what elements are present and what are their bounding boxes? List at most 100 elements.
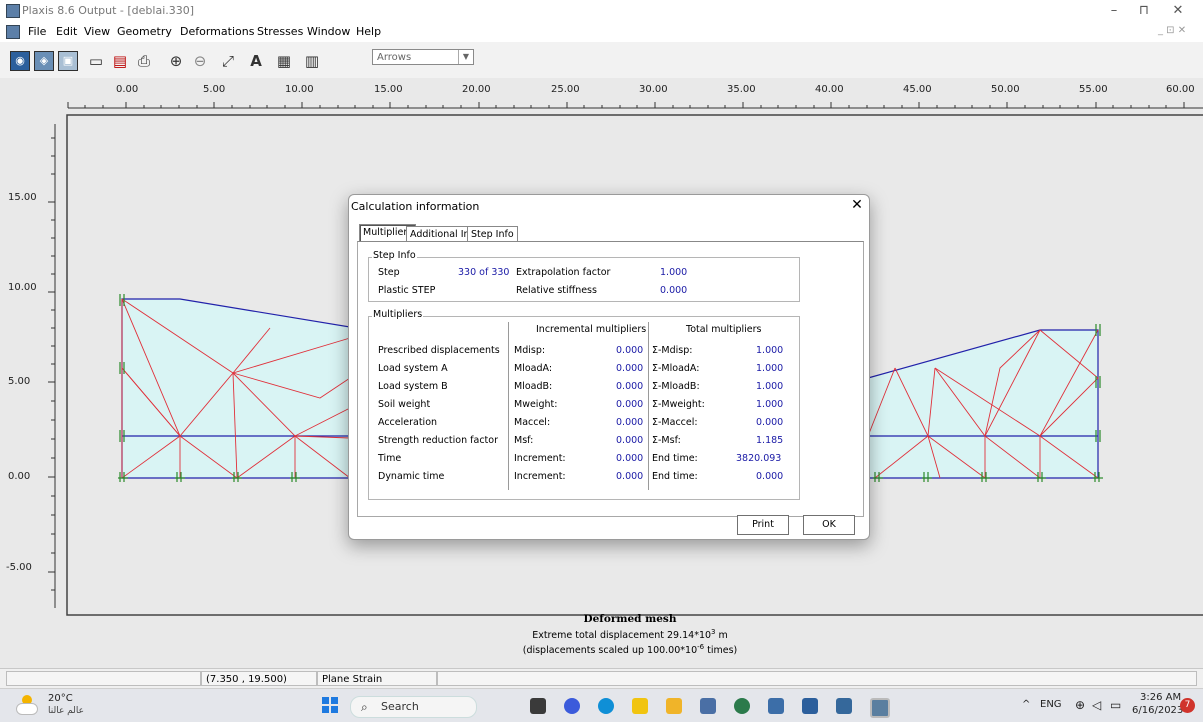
chevron-down-icon[interactable]: ▼ <box>458 50 473 64</box>
row-inc-key: MloadA: <box>514 363 553 374</box>
toolbar: ◉ ◈ ▣ ▭ ▤ ⎙ ⊕ ⊖ ⤢ A ▦ ▥ <box>0 42 1203 79</box>
row-tot-val: 1.000 <box>756 345 784 356</box>
row-inc-val: 0.000 <box>616 453 644 464</box>
edge-icon[interactable] <box>598 698 614 714</box>
table-row: Strength reduction factor Msf: 0.000 Σ-M… <box>378 435 788 453</box>
caption-displacement: Extreme total displacement 29.14*103 m <box>470 628 790 641</box>
start-icon[interactable] <box>322 697 338 713</box>
row-tot-val: 1.000 <box>756 399 784 410</box>
menu-deformations[interactable]: Deformations <box>180 25 254 38</box>
maximize-button[interactable]: ⊓ <box>1130 2 1158 20</box>
print-preview-icon[interactable]: ▤ <box>110 51 130 71</box>
menu-help[interactable]: Help <box>356 25 381 38</box>
notification-badge[interactable]: 7 <box>1180 698 1195 713</box>
row-inc-key: Increment: <box>514 453 566 464</box>
step-label: Step <box>378 267 400 278</box>
clipboard-icon[interactable]: ▥ <box>302 51 322 71</box>
plaxis-input-icon[interactable] <box>768 698 784 714</box>
output-icon[interactable]: ◈ <box>34 51 54 71</box>
row-tot-key: Σ-Mdisp: <box>652 345 693 356</box>
open-folder-icon[interactable]: ▭ <box>86 51 106 71</box>
plot-caption: Deformed mesh Extreme total displacement… <box>470 613 790 656</box>
task-view-icon[interactable] <box>530 698 546 714</box>
table-icon[interactable]: ▦ <box>274 51 294 71</box>
file-explorer-icon[interactable] <box>666 698 682 714</box>
print-button[interactable]: Print <box>737 515 789 535</box>
menu-window[interactable]: Window <box>307 25 350 38</box>
taskbar-search[interactable]: ⌕ Search <box>350 696 477 718</box>
row-inc-val: 0.000 <box>616 381 644 392</box>
display-mode-value: Arrows <box>377 52 412 63</box>
total-header: Total multipliers <box>686 324 762 335</box>
row-tot-val: 1.185 <box>756 435 784 446</box>
menu-bar: File Edit View Geometry Deformations Str… <box>0 22 1203 42</box>
chat-icon[interactable] <box>564 698 580 714</box>
row-name: Soil weight <box>378 399 431 410</box>
row-tot-key: End time: <box>652 471 698 482</box>
table-row: Dynamic time Increment: 0.000 End time: … <box>378 471 788 489</box>
annotate-icon[interactable]: A <box>246 51 266 71</box>
plaxis-logo-icon[interactable]: ◉ <box>10 51 30 71</box>
row-name: Prescribed displacements <box>378 345 500 356</box>
input-language[interactable]: ENG <box>1040 699 1062 710</box>
status-cell-empty <box>6 671 201 686</box>
table-row: Soil weight Mweight: 0.000 Σ-Mweight: 1.… <box>378 399 788 417</box>
camera-icon[interactable] <box>700 698 716 714</box>
battery-icon[interactable]: ▭ <box>1110 698 1121 712</box>
row-inc-key: Maccel: <box>514 417 551 428</box>
store-icon[interactable] <box>632 698 648 714</box>
row-inc-key: Mweight: <box>514 399 558 410</box>
step-value: 330 of 330 <box>458 267 510 278</box>
network-icon[interactable]: ⊕ <box>1075 698 1085 712</box>
zoom-out-icon[interactable]: ⊖ <box>190 51 210 71</box>
row-tot-key: End time: <box>652 453 698 464</box>
chevron-up-icon[interactable]: ^ <box>1022 699 1030 710</box>
minimize-button[interactable]: – <box>1100 2 1128 20</box>
row-tot-key: Σ-Mweight: <box>652 399 705 410</box>
menu-edit[interactable]: Edit <box>56 25 77 38</box>
status-cell-empty <box>437 671 1197 686</box>
menu-geometry[interactable]: Geometry <box>117 25 172 38</box>
row-tot-key: Σ-MloadA: <box>652 363 700 374</box>
menu-view[interactable]: View <box>84 25 110 38</box>
row-name: Acceleration <box>378 417 438 428</box>
row-inc-val: 0.000 <box>616 471 644 482</box>
row-inc-key: Mdisp: <box>514 345 546 356</box>
table-row: Load system B MloadB: 0.000 Σ-MloadB: 1.… <box>378 381 788 399</box>
search-label: Search <box>381 700 419 713</box>
taskbar: 20°C عالم عالنا ⌕ Search ^ ENG ⊕ ◁ ▭ 3:2… <box>0 688 1203 722</box>
relative-stiffness-label: Relative stiffness <box>516 285 597 296</box>
menu-file[interactable]: File <box>28 25 46 38</box>
relocate-icon[interactable]: ⤢ <box>218 51 238 71</box>
clock-time[interactable]: 3:26 AM <box>1140 692 1181 703</box>
incremental-header: Incremental multipliers <box>536 324 647 335</box>
zoom-in-icon[interactable]: ⊕ <box>166 51 186 71</box>
mdi-controls[interactable]: _ ⊡ ✕ <box>1158 25 1186 36</box>
calculation-info-dialog: Calculation information ✕ Multipliers Ad… <box>348 194 870 540</box>
plaxis-calc-icon[interactable] <box>802 698 818 714</box>
clock-date[interactable]: 6/16/2023 <box>1132 705 1183 716</box>
temperature[interactable]: 20°C <box>48 693 73 704</box>
ok-button[interactable]: OK <box>803 515 855 535</box>
tab-step-info[interactable]: Step Info <box>467 226 518 242</box>
weather-text[interactable]: عالم عالنا <box>48 706 84 716</box>
row-name: Strength reduction factor <box>378 435 498 446</box>
document-icon[interactable] <box>6 25 20 39</box>
plaxis-output-icon[interactable] <box>836 698 852 714</box>
print-icon[interactable]: ⎙ <box>134 51 154 71</box>
caption-scale-text: (displacements scaled up 100.00*10 <box>522 645 698 657</box>
menu-stresses[interactable]: Stresses <box>257 25 303 38</box>
input-icon[interactable]: ▣ <box>58 51 78 71</box>
relative-stiffness-value: 0.000 <box>660 285 688 296</box>
plaxis-curves-icon[interactable] <box>870 698 890 718</box>
extrapolation-value: 1.000 <box>660 267 688 278</box>
row-name: Load system B <box>378 381 448 392</box>
volume-icon[interactable]: ◁ <box>1092 698 1101 712</box>
window-title: Plaxis 8.6 Output - [deblai.330] <box>22 4 195 17</box>
close-window-button[interactable]: ✕ <box>1164 2 1192 20</box>
display-mode-select[interactable]: Arrows ▼ <box>372 49 474 65</box>
dialog-close-button[interactable]: ✕ <box>849 197 865 213</box>
search-icon: ⌕ <box>361 700 368 714</box>
app-icon-green[interactable] <box>734 698 750 714</box>
weather-icon[interactable] <box>16 695 38 715</box>
